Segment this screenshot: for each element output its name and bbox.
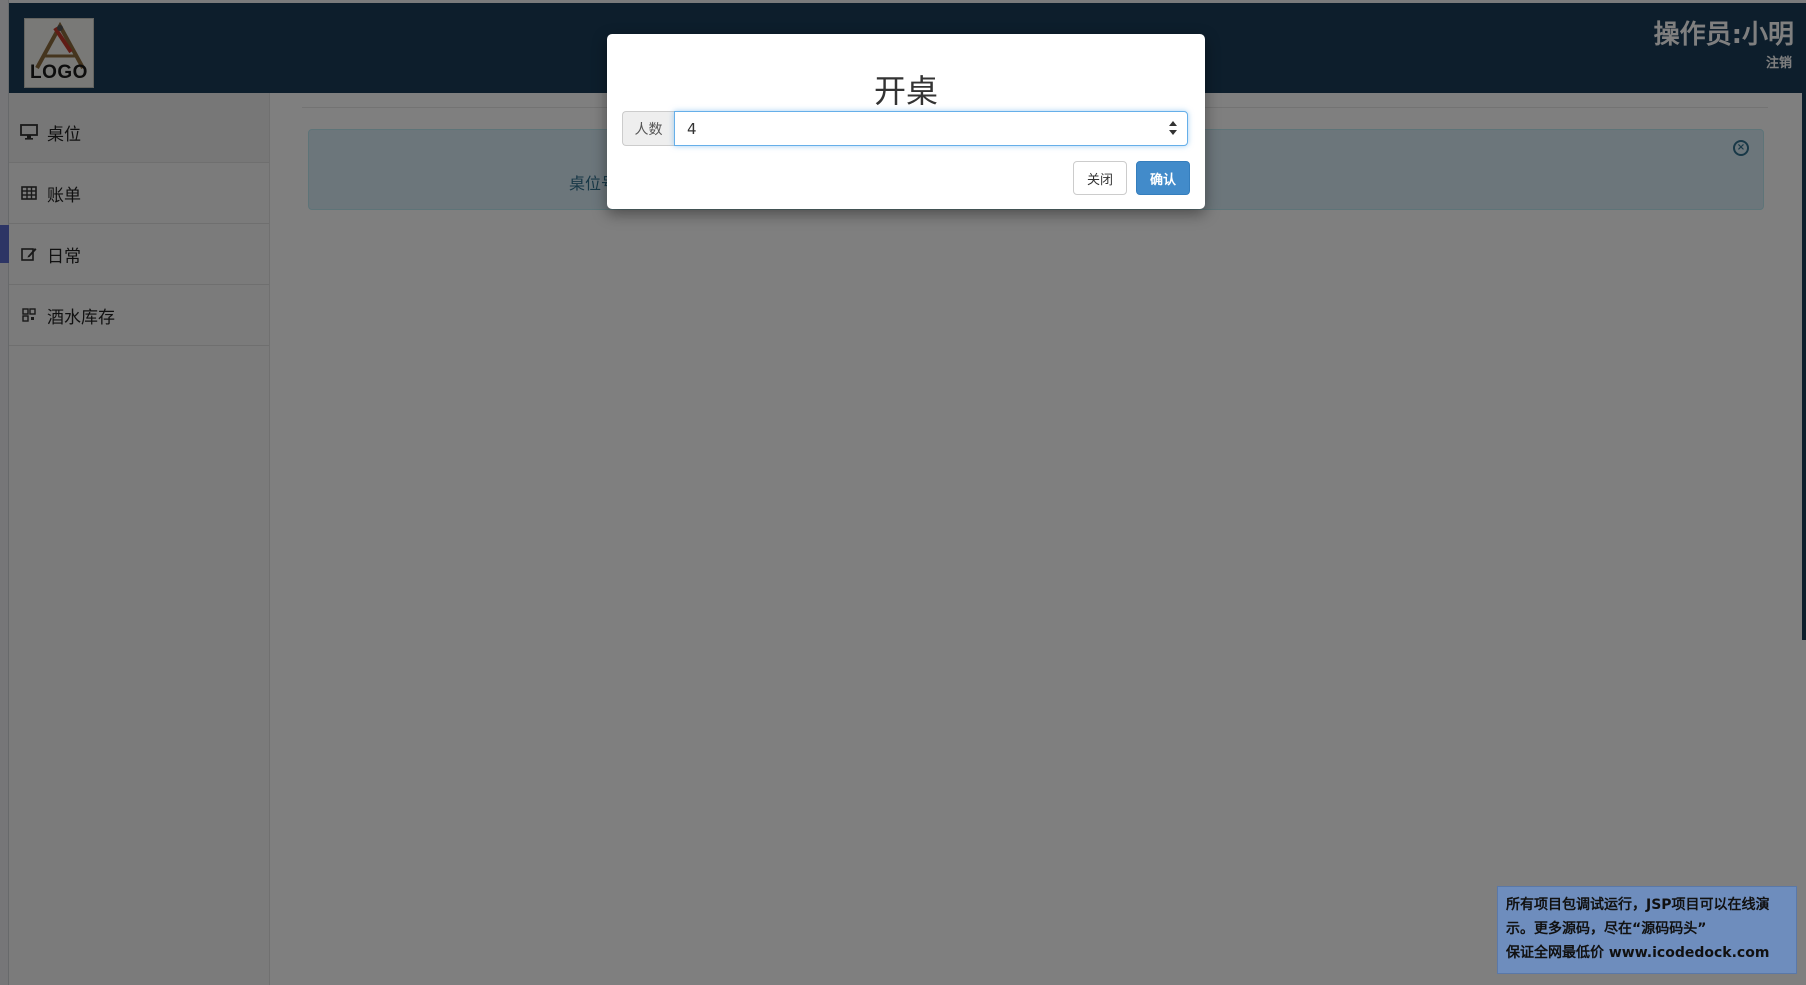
promo-banner: 所有项目包调试运行，JSP项目可以在线演 示。更多源码，尽在“源码码头” 保证全… xyxy=(1497,886,1797,974)
confirm-button[interactable]: 确认 xyxy=(1136,161,1190,195)
promo-line-3: 保证全网最低价 www.icodedock.com xyxy=(1506,945,1770,961)
open-table-modal: 开桌 人数 关闭 确认 xyxy=(607,34,1205,209)
number-spinner-icon[interactable] xyxy=(1168,119,1178,137)
close-button[interactable]: 关闭 xyxy=(1073,161,1127,195)
guest-count-input[interactable] xyxy=(674,111,1188,146)
guest-count-label: 人数 xyxy=(622,111,674,146)
guest-count-group: 人数 xyxy=(622,111,1188,146)
modal-title: 开桌 xyxy=(873,72,938,110)
app-window: LOGO 操作员:小明 注销 桌位 账单 日常 xyxy=(0,0,1806,985)
promo-line-1: 所有项目包调试运行，JSP项目可以在线演 xyxy=(1506,897,1770,913)
promo-line-2: 示。更多源码，尽在“源码码头” xyxy=(1506,921,1707,937)
